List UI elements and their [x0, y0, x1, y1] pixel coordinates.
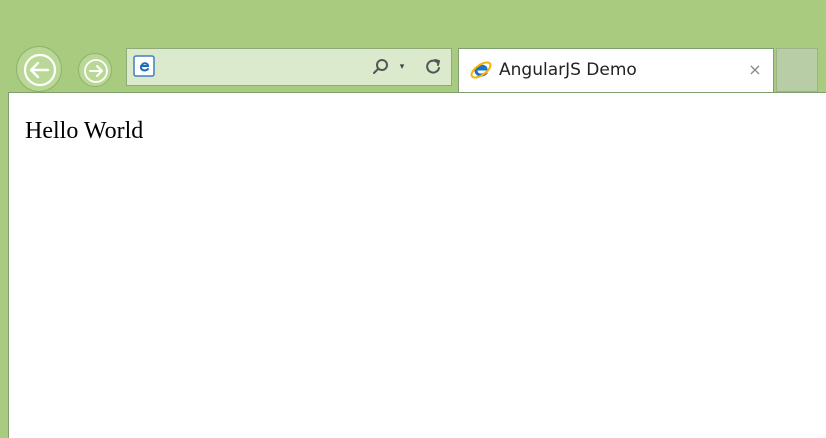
- back-arrow-icon: [23, 53, 57, 87]
- tab-title: AngularJS Demo: [499, 60, 637, 80]
- address-bar[interactable]: ▾: [126, 48, 452, 86]
- internet-explorer-icon: [133, 55, 155, 77]
- browser-window: ▾ AngularJS Demo × Hello World: [0, 0, 826, 438]
- forward-button[interactable]: [78, 53, 112, 87]
- browser-toolbar: ▾ AngularJS Demo ×: [0, 0, 826, 92]
- tab-close-button[interactable]: ×: [747, 60, 763, 80]
- page-content: Hello World: [8, 92, 826, 438]
- new-tab-button[interactable]: [776, 48, 818, 92]
- tab-angularjs-demo[interactable]: AngularJS Demo ×: [458, 48, 774, 92]
- forward-arrow-icon: [84, 59, 108, 83]
- dropdown-icon[interactable]: ▾: [397, 60, 407, 74]
- back-button[interactable]: [16, 46, 62, 92]
- hello-world-text: Hello World: [25, 118, 144, 144]
- search-icon[interactable]: [371, 57, 391, 77]
- internet-explorer-icon: [470, 61, 492, 79]
- refresh-icon[interactable]: [423, 57, 443, 77]
